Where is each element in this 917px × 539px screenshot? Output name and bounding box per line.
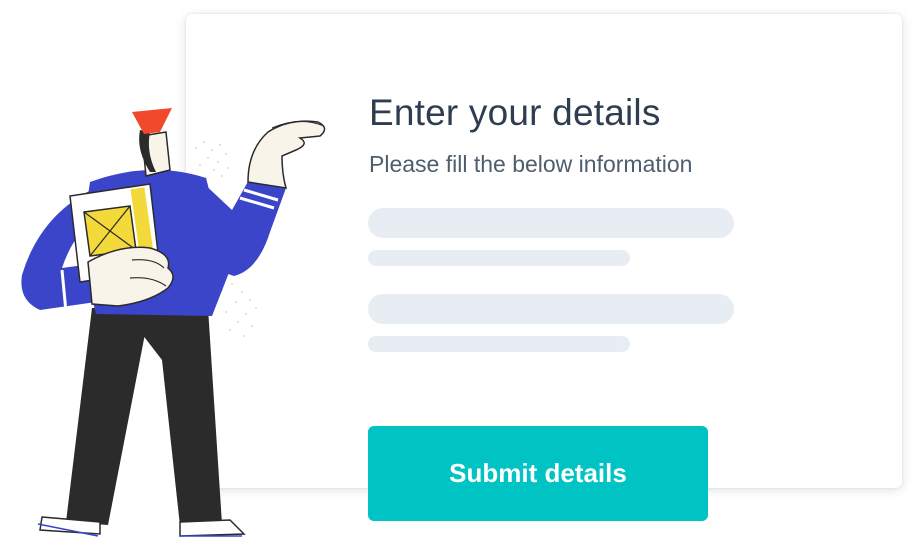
holding-hand-fingers — [129, 259, 167, 287]
input-hint-skeleton-2 — [368, 336, 630, 352]
form-subtitle: Please fill the below information — [369, 151, 693, 177]
right-foot — [179, 519, 246, 537]
held-document-card — [69, 183, 161, 283]
holding-hand — [87, 246, 174, 307]
floor-line-left — [37, 523, 99, 537]
submit-details-button[interactable]: Submit details — [368, 426, 708, 521]
hair — [139, 130, 156, 172]
hat — [132, 108, 172, 134]
sweater-left-arm — [21, 188, 111, 310]
form-title: Enter your details — [369, 92, 661, 133]
left-foot — [39, 516, 101, 535]
input-field-skeleton-2[interactable] — [368, 294, 734, 324]
neck — [141, 131, 171, 177]
left-cuff-stripe — [60, 269, 68, 313]
input-field-skeleton-1[interactable] — [368, 208, 734, 238]
page: Enter your details Please fill the below… — [0, 0, 917, 539]
input-hint-skeleton-1 — [368, 250, 630, 266]
